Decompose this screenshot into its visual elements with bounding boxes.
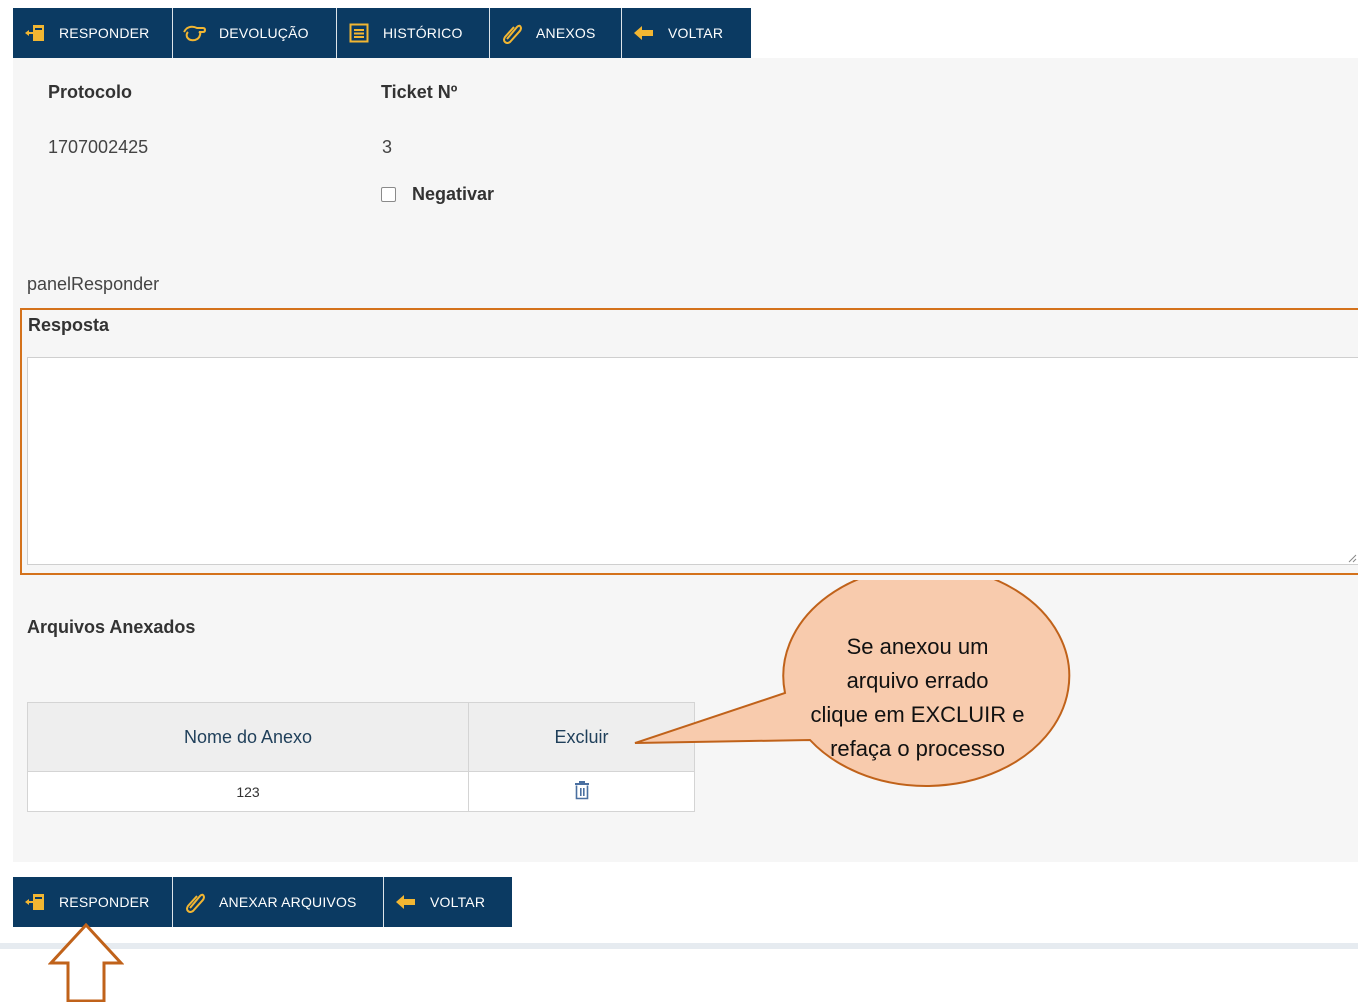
reply-icon bbox=[23, 21, 47, 45]
anexar-arquivos-label: ANEXAR ARQUIVOS bbox=[219, 894, 357, 910]
devolucao-button[interactable]: DEVOLUÇÃO bbox=[173, 8, 337, 58]
responder-button[interactable]: RESPONDER bbox=[13, 8, 173, 58]
arrow-left-icon bbox=[394, 890, 418, 914]
anexos-label: ANEXOS bbox=[536, 25, 596, 41]
anexos-table: Nome do Anexo Excluir 123 bbox=[27, 702, 695, 812]
panel-responder-title: panelResponder bbox=[27, 274, 160, 294]
protocolo-label: Protocolo bbox=[48, 82, 132, 102]
devolucao-label: DEVOLUÇÃO bbox=[219, 25, 309, 41]
callout-line-4: refaça o processo bbox=[830, 736, 1005, 761]
protocolo-value: 1707002425 bbox=[48, 137, 149, 157]
resize-grip-icon[interactable] bbox=[1347, 553, 1357, 563]
paperclip-icon bbox=[183, 890, 207, 914]
page-footer-divider bbox=[0, 943, 1358, 949]
paperclip-icon bbox=[500, 21, 524, 45]
arrow-left-icon bbox=[632, 21, 656, 45]
voltar-label: VOLTAR bbox=[668, 25, 724, 41]
resposta-label: Resposta bbox=[28, 315, 110, 335]
voltar-bottom-label: VOLTAR bbox=[430, 894, 486, 910]
top-toolbar: RESPONDER DEVOLUÇÃO HISTÓRICO ANEXOS VOL… bbox=[13, 8, 751, 58]
anexo-nome-cell: 123 bbox=[27, 771, 469, 812]
ticket-value: 3 bbox=[382, 137, 393, 157]
anexos-button[interactable]: ANEXOS bbox=[490, 8, 622, 58]
responder-bottom-label: RESPONDER bbox=[59, 894, 150, 910]
historico-label: HISTÓRICO bbox=[383, 25, 463, 41]
responder-bottom-button[interactable]: RESPONDER bbox=[13, 877, 173, 927]
callout-line-2: arquivo errado bbox=[846, 668, 989, 693]
negativar-checkbox[interactable] bbox=[381, 187, 396, 202]
list-icon bbox=[347, 21, 371, 45]
voltar-button[interactable]: VOLTAR bbox=[622, 8, 751, 58]
ticket-label: Ticket Nº bbox=[381, 82, 458, 102]
negativar-row: Negativar bbox=[381, 184, 494, 205]
table-row: 123 bbox=[27, 771, 695, 812]
anexar-arquivos-button[interactable]: ANEXAR ARQUIVOS bbox=[173, 877, 384, 927]
header-nome-anexo: Nome do Anexo bbox=[27, 702, 469, 772]
responder-label: RESPONDER bbox=[59, 25, 150, 41]
reply-icon bbox=[23, 890, 47, 914]
historico-button[interactable]: HISTÓRICO bbox=[337, 8, 490, 58]
negativar-label: Negativar bbox=[412, 184, 495, 204]
return-hand-icon bbox=[183, 21, 207, 45]
callout-text: Se anexou um arquivo errado clique em EX… bbox=[795, 630, 1040, 766]
arrow-up-icon bbox=[48, 923, 124, 1002]
callout-line-3: clique em EXCLUIR e bbox=[810, 702, 1025, 727]
bottom-toolbar: RESPONDER ANEXAR ARQUIVOS VOLTAR bbox=[13, 877, 512, 927]
trash-icon[interactable] bbox=[572, 780, 592, 800]
resposta-textarea[interactable] bbox=[27, 357, 1358, 565]
callout-line-1: Se anexou um bbox=[846, 634, 989, 659]
arquivos-anexados-title: Arquivos Anexados bbox=[27, 617, 196, 637]
voltar-bottom-button[interactable]: VOLTAR bbox=[384, 877, 512, 927]
